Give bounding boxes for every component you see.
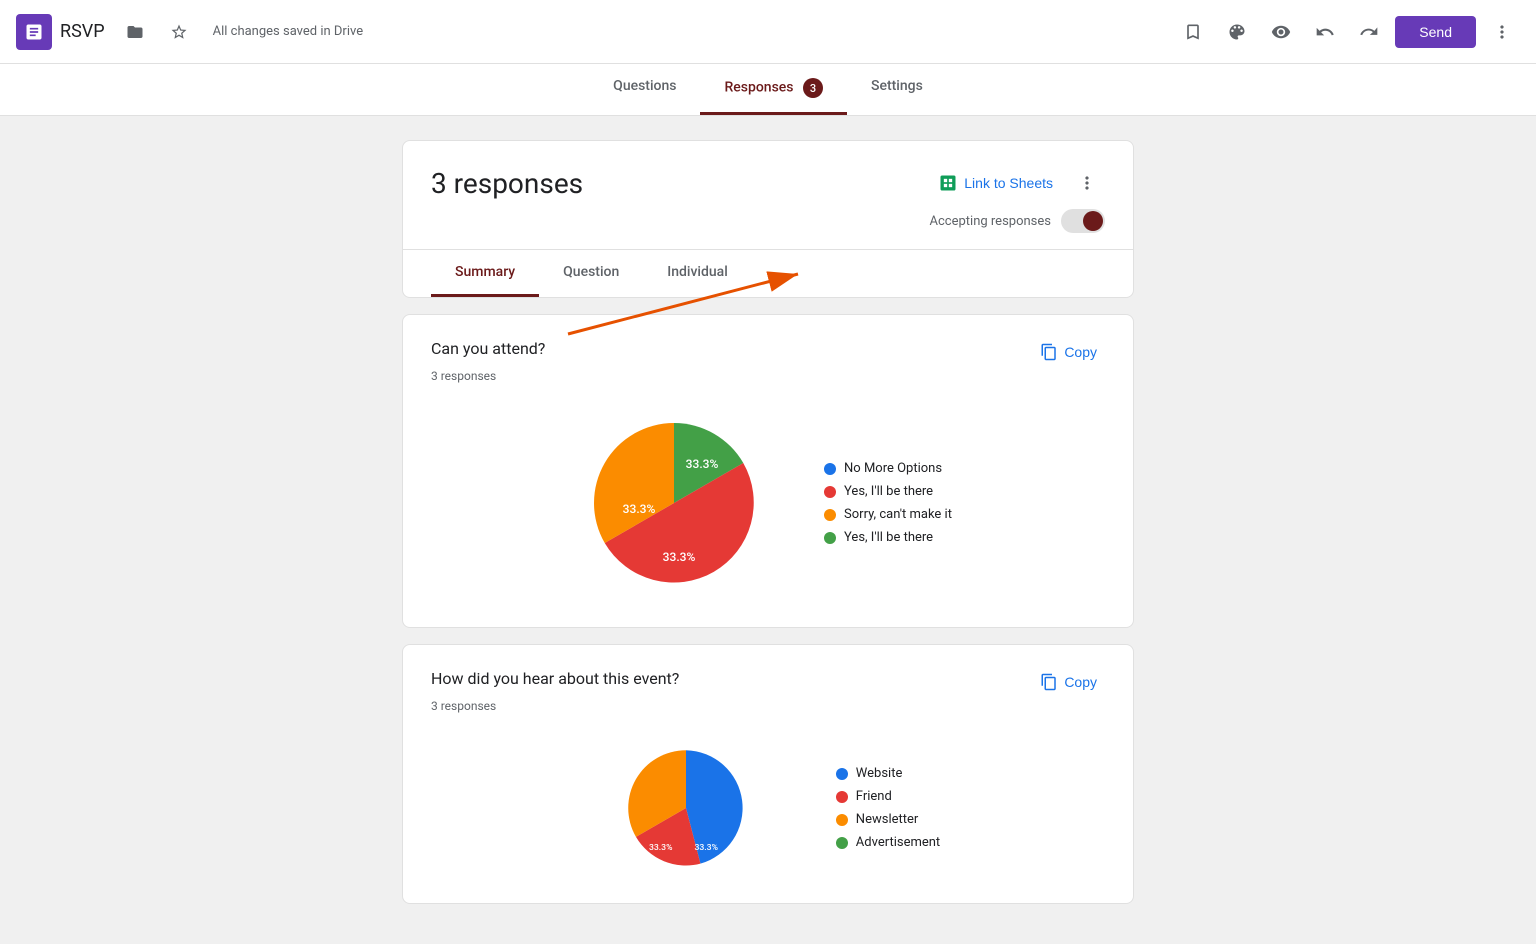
question2-copy-button[interactable]: Copy <box>1032 669 1105 695</box>
q2-legend-dot-0 <box>836 768 848 780</box>
summary-tab-individual[interactable]: Individual <box>643 250 752 297</box>
more-options-btn[interactable] <box>1484 14 1520 50</box>
legend-label-0: No More Options <box>844 461 942 476</box>
q2-legend-item-3: Advertisement <box>836 835 940 850</box>
q2-legend-item-1: Friend <box>836 789 940 804</box>
svg-text:33.3%: 33.3% <box>649 843 673 853</box>
question2-pie-chart: 33.3% 33.3% <box>596 743 776 873</box>
question2-legend: Website Friend Newsletter Advertisement <box>836 766 940 850</box>
accepting-row: Accepting responses <box>431 201 1105 249</box>
responses-badge: 3 <box>803 78 823 98</box>
topbar-right: Send <box>1175 14 1520 50</box>
send-button[interactable]: Send <box>1395 16 1476 48</box>
question2-response-count: 3 responses <box>431 699 1105 713</box>
question1-title: Can you attend? <box>431 339 545 358</box>
question2-title: How did you hear about this event? <box>431 669 679 688</box>
accepting-toggle[interactable] <box>1061 209 1105 233</box>
summary-tab-summary[interactable]: Summary <box>431 250 539 297</box>
svg-text:33.3%: 33.3% <box>663 550 696 564</box>
preview-icon-btn[interactable] <box>1263 14 1299 50</box>
save-status: All changes saved in Drive <box>213 24 364 39</box>
legend-dot-0 <box>824 463 836 475</box>
question1-card: Can you attend? Copy 3 responses 33. <box>402 314 1134 628</box>
summary-tab-question[interactable]: Question <box>539 250 643 297</box>
responses-more-btn[interactable] <box>1069 165 1105 201</box>
q2-legend-label-2: Newsletter <box>856 812 919 827</box>
legend-dot-3 <box>824 532 836 544</box>
header-actions: Link to Sheets <box>930 165 1105 201</box>
legend-item-3: Yes, I'll be there <box>824 530 952 545</box>
app-icon <box>16 14 52 50</box>
tab-settings[interactable]: Settings <box>847 64 947 115</box>
legend-label-1: Yes, I'll be there <box>844 484 933 499</box>
topbar: RSVP All changes saved in Drive Send <box>0 0 1536 64</box>
toggle-knob <box>1083 211 1103 231</box>
q2-legend-dot-1 <box>836 791 848 803</box>
question1-response-count: 3 responses <box>431 369 1105 383</box>
question1-legend: No More Options Yes, I'll be there Sorry… <box>824 461 952 545</box>
main-content: 3 responses Link to Sheets <box>378 116 1158 944</box>
question1-copy-label: Copy <box>1064 344 1097 360</box>
question1-header: Can you attend? Copy <box>431 339 1105 365</box>
legend-label-2: Sorry, can't make it <box>844 507 952 522</box>
accepting-label: Accepting responses <box>930 214 1052 229</box>
q2-legend-dot-2 <box>836 814 848 826</box>
response-title-row: 3 responses Link to Sheets <box>431 165 1105 201</box>
tab-questions[interactable]: Questions <box>589 64 700 115</box>
undo-icon-btn[interactable] <box>1307 14 1343 50</box>
question1-chart-area: 33.3% 33.3% 33.3% No More Options Yes, I… <box>431 403 1105 603</box>
question1-content: Can you attend? Copy 3 responses 33. <box>403 315 1133 627</box>
star-button[interactable] <box>161 14 197 50</box>
link-sheets-label: Link to Sheets <box>964 175 1053 191</box>
legend-item-0: No More Options <box>824 461 952 476</box>
summary-tabs: Summary Question Individual <box>403 249 1133 297</box>
bookmark-icon-btn[interactable] <box>1175 14 1211 50</box>
q2-legend-label-0: Website <box>856 766 903 781</box>
q2-legend-label-1: Friend <box>856 789 892 804</box>
legend-dot-1 <box>824 486 836 498</box>
responses-header-card: 3 responses Link to Sheets <box>402 140 1134 298</box>
q2-legend-item-2: Newsletter <box>836 812 940 827</box>
svg-text:33.3%: 33.3% <box>694 843 718 853</box>
response-count: 3 responses <box>431 167 583 200</box>
legend-item-1: Yes, I'll be there <box>824 484 952 499</box>
q2-legend-item-0: Website <box>836 766 940 781</box>
question2-card: How did you hear about this event? Copy … <box>402 644 1134 904</box>
app-title: RSVP <box>60 21 105 42</box>
legend-item-2: Sorry, can't make it <box>824 507 952 522</box>
topbar-left: RSVP All changes saved in Drive <box>16 14 1175 50</box>
question2-header: How did you hear about this event? Copy <box>431 669 1105 695</box>
q2-legend-label-3: Advertisement <box>856 835 940 850</box>
redo-icon-btn[interactable] <box>1351 14 1387 50</box>
nav-tabs: Questions Responses 3 Settings <box>0 64 1536 116</box>
question1-pie-chart: 33.3% 33.3% 33.3% <box>584 413 764 593</box>
svg-text:33.3%: 33.3% <box>623 502 656 516</box>
question2-chart-area: 33.3% 33.3% Website Friend Newsle <box>431 733 1105 883</box>
q2-legend-dot-3 <box>836 837 848 849</box>
folder-button[interactable] <box>117 14 153 50</box>
svg-text:33.3%: 33.3% <box>686 457 719 471</box>
response-header: 3 responses Link to Sheets <box>403 141 1133 249</box>
question2-content: How did you hear about this event? Copy … <box>403 645 1133 903</box>
legend-dot-2 <box>824 509 836 521</box>
question1-copy-button[interactable]: Copy <box>1032 339 1105 365</box>
link-to-sheets-button[interactable]: Link to Sheets <box>930 167 1061 199</box>
legend-label-3: Yes, I'll be there <box>844 530 933 545</box>
palette-icon-btn[interactable] <box>1219 14 1255 50</box>
question2-copy-label: Copy <box>1064 674 1097 690</box>
tab-responses[interactable]: Responses 3 <box>700 64 847 115</box>
